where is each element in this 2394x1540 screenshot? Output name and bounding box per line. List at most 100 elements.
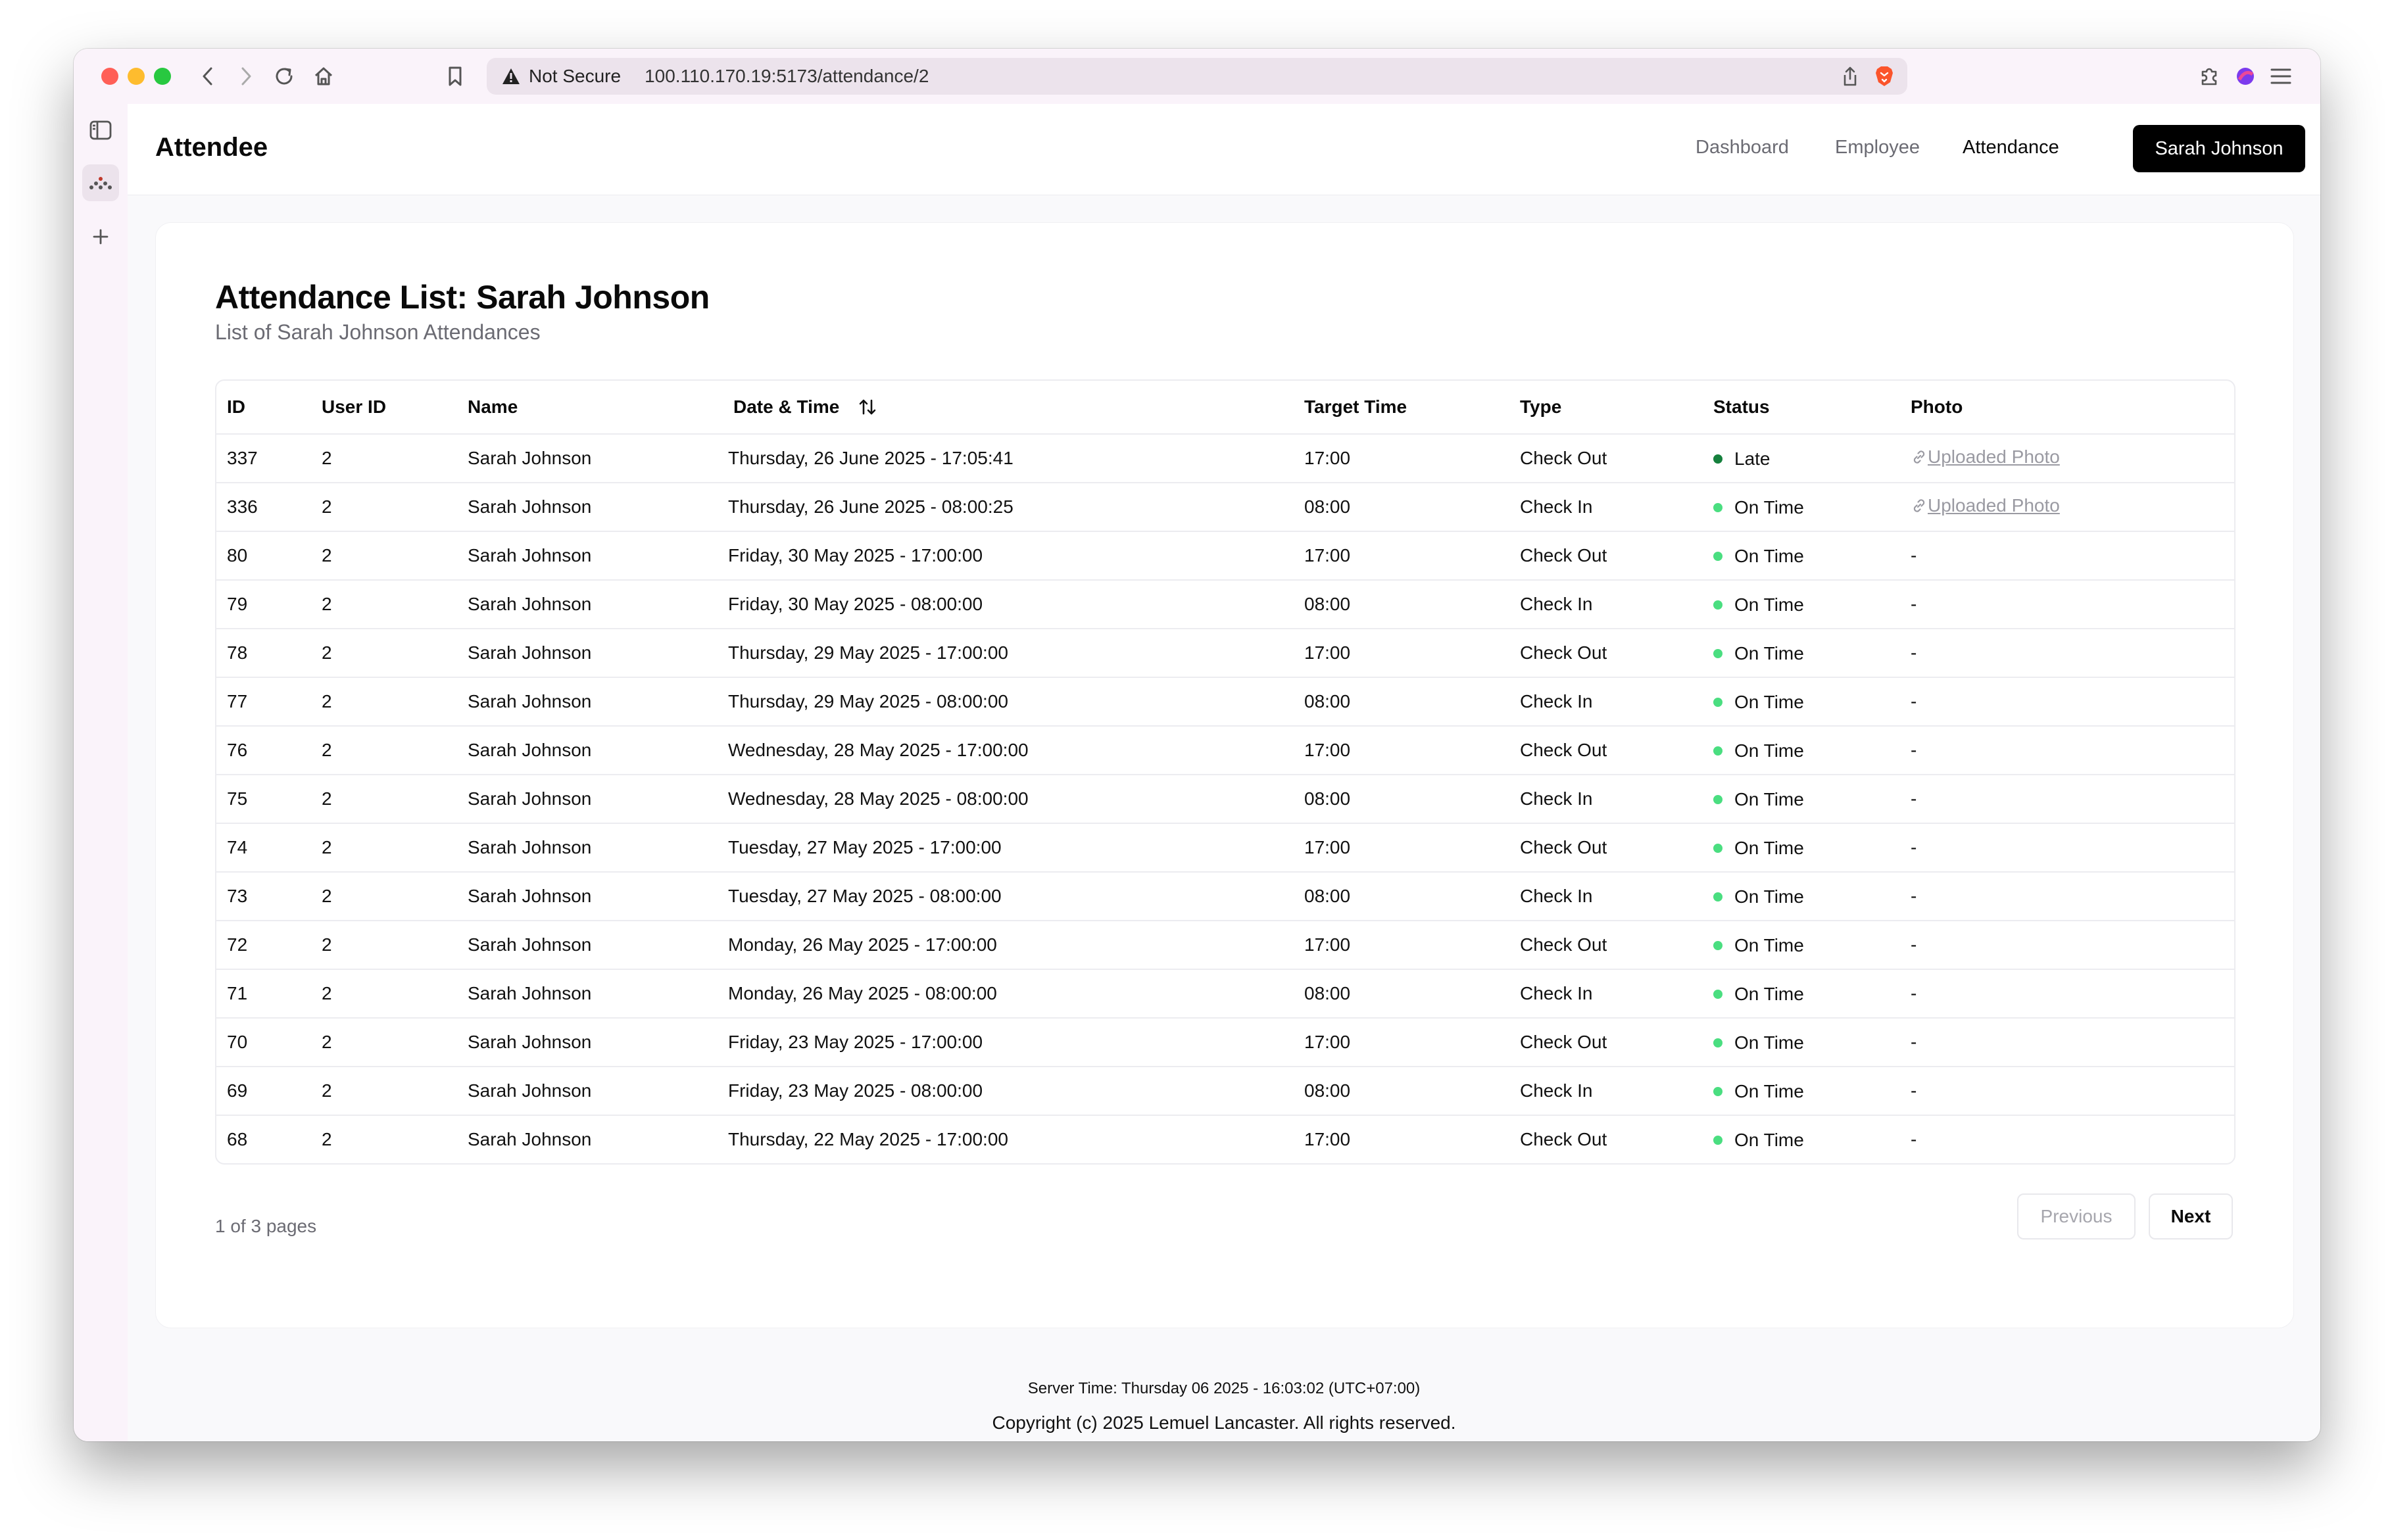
warning-icon	[500, 65, 522, 87]
sidebar-toggle-icon[interactable]	[82, 112, 119, 149]
reload-icon[interactable]	[271, 63, 297, 89]
cell-type: Check In	[1509, 1067, 1703, 1116]
cell-name: Sarah Johnson	[457, 483, 718, 532]
cell-type: Check Out	[1520, 1129, 1607, 1149]
cell-id: 71	[216, 969, 311, 1019]
cell-target-time: 17:00	[1294, 629, 1509, 678]
status-dot-icon	[1713, 1038, 1722, 1047]
cell-id: 77	[216, 677, 311, 727]
cell-photo: -	[1900, 531, 2234, 581]
cell-id: 337	[216, 434, 311, 483]
address-bar[interactable]: Not Secure 100.110.170.19:5173/attendanc…	[487, 58, 1907, 95]
table-row: 80 2 Sarah Johnson Friday, 30 May 2025 - 17…	[216, 531, 2234, 581]
cell-type: Check Out	[1509, 434, 1703, 483]
status-badge: On Time	[1713, 740, 1804, 761]
photo-empty: -	[1911, 1032, 1917, 1052]
table-row: 337 2 Sarah Johnson Thursday, 26 June 2025 …	[216, 434, 2234, 483]
nav-attendance[interactable]: Attendance	[1963, 137, 2059, 158]
cell-target-time: 17:00	[1294, 823, 1509, 873]
cell-status: On Time	[1703, 823, 1900, 873]
cell-name: Sarah Johnson	[457, 434, 718, 483]
column-header-user-id: User ID	[311, 381, 457, 435]
app-brand[interactable]: Attendee	[155, 133, 268, 162]
cell-photo: -	[1900, 1067, 2234, 1116]
nav-dashboard[interactable]: Dashboard	[1696, 137, 1789, 158]
close-window-button[interactable]	[101, 68, 118, 85]
user-menu-button[interactable]: Sarah Johnson	[2133, 125, 2305, 172]
url-text[interactable]: 100.110.170.19:5173/attendance/2	[645, 66, 929, 87]
cell-status: On Time	[1703, 969, 1900, 1019]
share-icon[interactable]	[1839, 65, 1861, 87]
status-dot-icon	[1713, 746, 1722, 756]
table-row: 79 2 Sarah Johnson Friday, 30 May 2025 - 08…	[216, 580, 2234, 629]
previous-page-button[interactable]: Previous	[2017, 1193, 2136, 1239]
cell-target-time: 08:00	[1294, 775, 1509, 824]
cell-status: Late	[1703, 434, 1900, 483]
uploaded-photo-link[interactable]: Uploaded Photo	[1911, 495, 2060, 516]
cell-datetime: Tuesday, 27 May 2025 - 08:00:00	[718, 872, 1294, 921]
home-icon[interactable]	[310, 63, 337, 89]
cell-type: Check Out	[1509, 823, 1703, 873]
status-label: On Time	[1734, 1130, 1804, 1150]
status-badge: On Time	[1713, 838, 1804, 859]
photo-empty: -	[1911, 594, 1917, 614]
uploaded-photo-link[interactable]: Uploaded Photo	[1911, 446, 2060, 468]
cell-photo: -	[1900, 775, 2234, 824]
cell-user-id: 2	[322, 1129, 332, 1149]
status-dot-icon	[1713, 1136, 1722, 1145]
nav-employee[interactable]: Employee	[1835, 137, 1920, 158]
cell-name: Sarah Johnson	[457, 726, 718, 775]
brave-lion-icon[interactable]	[1873, 65, 1895, 87]
cell-user-id: 2	[311, 775, 457, 824]
photo-empty: -	[1911, 545, 1917, 565]
add-icon[interactable]	[82, 218, 119, 255]
cell-user-id: 2	[311, 1018, 457, 1067]
sort-datetime-button[interactable]: Date & Time	[728, 397, 877, 418]
cell-photo: -	[1900, 921, 2234, 970]
cell-status: On Time	[1703, 1018, 1900, 1067]
table-row: 78 2 Sarah Johnson Thursday, 29 May 2025 - …	[216, 629, 2234, 678]
cell-id: 72	[216, 921, 311, 970]
forward-icon[interactable]	[233, 63, 259, 89]
cell-target-time: 17:00	[1294, 1018, 1509, 1067]
cell-datetime: Thursday, 29 May 2025 - 08:00:00	[718, 677, 1294, 727]
status-badge: On Time	[1713, 935, 1804, 956]
next-page-button[interactable]: Next	[2149, 1193, 2233, 1239]
status-dot-icon	[1713, 892, 1722, 902]
table-row: 77 2 Sarah Johnson Thursday, 29 May 2025 - …	[216, 677, 2234, 727]
photo-empty: -	[1911, 886, 1917, 906]
column-header-datetime[interactable]: Date & Time	[718, 381, 1294, 435]
cell-target-time: 17:00	[1294, 434, 1509, 483]
back-icon[interactable]	[195, 63, 221, 89]
maximize-window-button[interactable]	[154, 68, 171, 85]
cell-photo: -	[1900, 726, 2234, 775]
photo-empty: -	[1911, 642, 1917, 663]
sort-arrows-icon[interactable]	[858, 397, 877, 417]
cell-status: On Time	[1703, 872, 1900, 921]
photo-empty: -	[1911, 740, 1917, 760]
status-badge: On Time	[1713, 1081, 1804, 1102]
status-dot-icon	[1713, 1087, 1722, 1096]
column-header-datetime-label: Date & Time	[733, 397, 840, 417]
cell-user-id: 2	[311, 677, 457, 727]
bookmark-icon[interactable]	[442, 63, 468, 89]
column-header-id: ID	[216, 381, 311, 435]
minimize-window-button[interactable]	[128, 68, 145, 85]
profile-avatar-icon[interactable]	[2232, 63, 2259, 89]
cell-user-id: 2	[311, 434, 457, 483]
photo-empty: -	[1911, 837, 1917, 857]
puzzle-icon[interactable]	[2197, 63, 2223, 89]
cell-target-time: 08:00	[1294, 969, 1509, 1019]
attendance-table: ID User ID Name Date & Time Target Time …	[215, 379, 2235, 1165]
menu-icon[interactable]	[2268, 63, 2294, 89]
browser-window: Not Secure 100.110.170.19:5173/attendanc…	[74, 49, 2320, 1441]
status-label: On Time	[1734, 497, 1804, 517]
table-row: 71 2 Sarah Johnson Monday, 26 May 2025 - 08…	[216, 969, 2234, 1019]
table-row: 73 2 Sarah Johnson Tuesday, 27 May 2025 - 0…	[216, 872, 2234, 921]
cell-datetime: Thursday, 29 May 2025 - 17:00:00	[718, 629, 1294, 678]
cell-status: On Time	[1703, 483, 1900, 532]
cell-type: Check In	[1509, 580, 1703, 629]
cell-id: 76	[216, 726, 311, 775]
link-icon	[1911, 448, 1928, 466]
sidebar-app-icon[interactable]	[82, 164, 119, 201]
